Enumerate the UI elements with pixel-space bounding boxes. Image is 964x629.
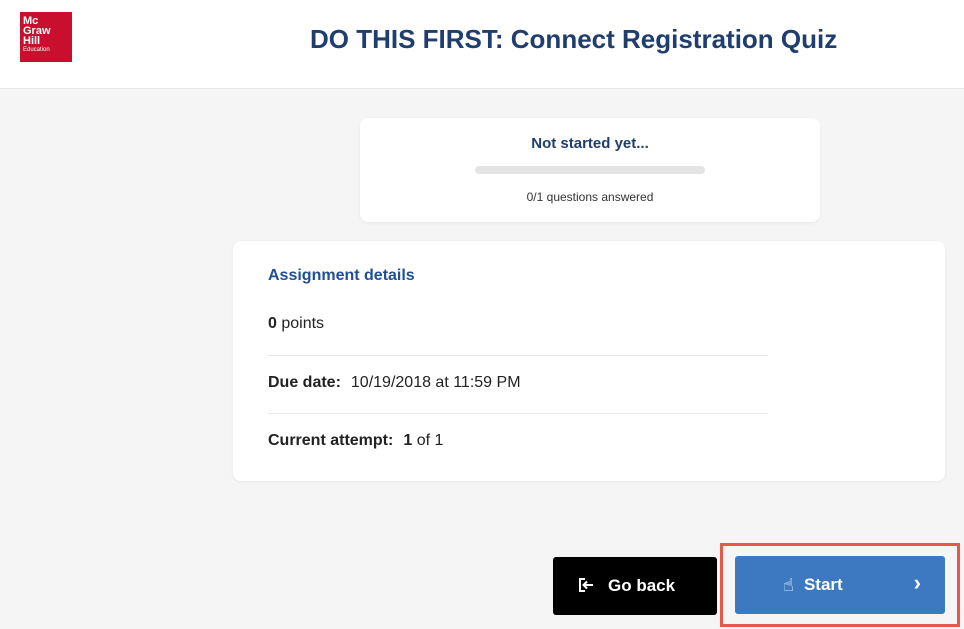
page-title: DO THIS FIRST: Connect Registration Quiz [310,24,838,54]
logo-line-education: Education [23,47,50,53]
questions-answered-text: 0/1 questions answered [526,190,654,204]
details-heading: Assignment details [268,267,415,284]
attempt-current: 1 [403,432,413,449]
current-attempt-row: Current attempt: 1 of 1 [268,432,768,450]
assignment-details-card: Assignment details 0 points Due date: 10/… [233,241,945,481]
exit-arrow-icon [579,577,594,595]
start-button[interactable]: ☝ Start › [735,556,945,614]
points-row: 0 points [268,315,768,333]
progress-card: Not started yet... 0/1 questions answere… [360,118,820,222]
go-back-button[interactable]: Go back [553,557,717,615]
progress-bar [475,166,705,174]
hand-pointer-icon: ☝ [783,574,794,595]
points-value: 0 [268,315,277,332]
due-date-row: Due date: 10/19/2018 at 11:59 PM [268,374,768,392]
attempt-total: of 1 [416,432,444,449]
status-text: Not started yet... [531,135,649,152]
due-date-value: 10/19/2018 at 11:59 PM [350,374,521,391]
header: Mc Graw Hill Education DO THIS FIRST: Co… [0,0,964,89]
points-label: points [281,315,325,332]
divider [268,355,768,356]
due-date-label: Due date: [268,374,341,391]
attempt-label: Current attempt: [268,432,394,449]
logo-line-hill: Hill [23,35,41,47]
mcgraw-hill-logo: Mc Graw Hill Education [20,12,72,62]
divider [268,413,768,414]
start-label: Start [803,575,843,594]
chevron-right-icon: › [913,570,921,595]
go-back-label: Go back [608,576,676,595]
